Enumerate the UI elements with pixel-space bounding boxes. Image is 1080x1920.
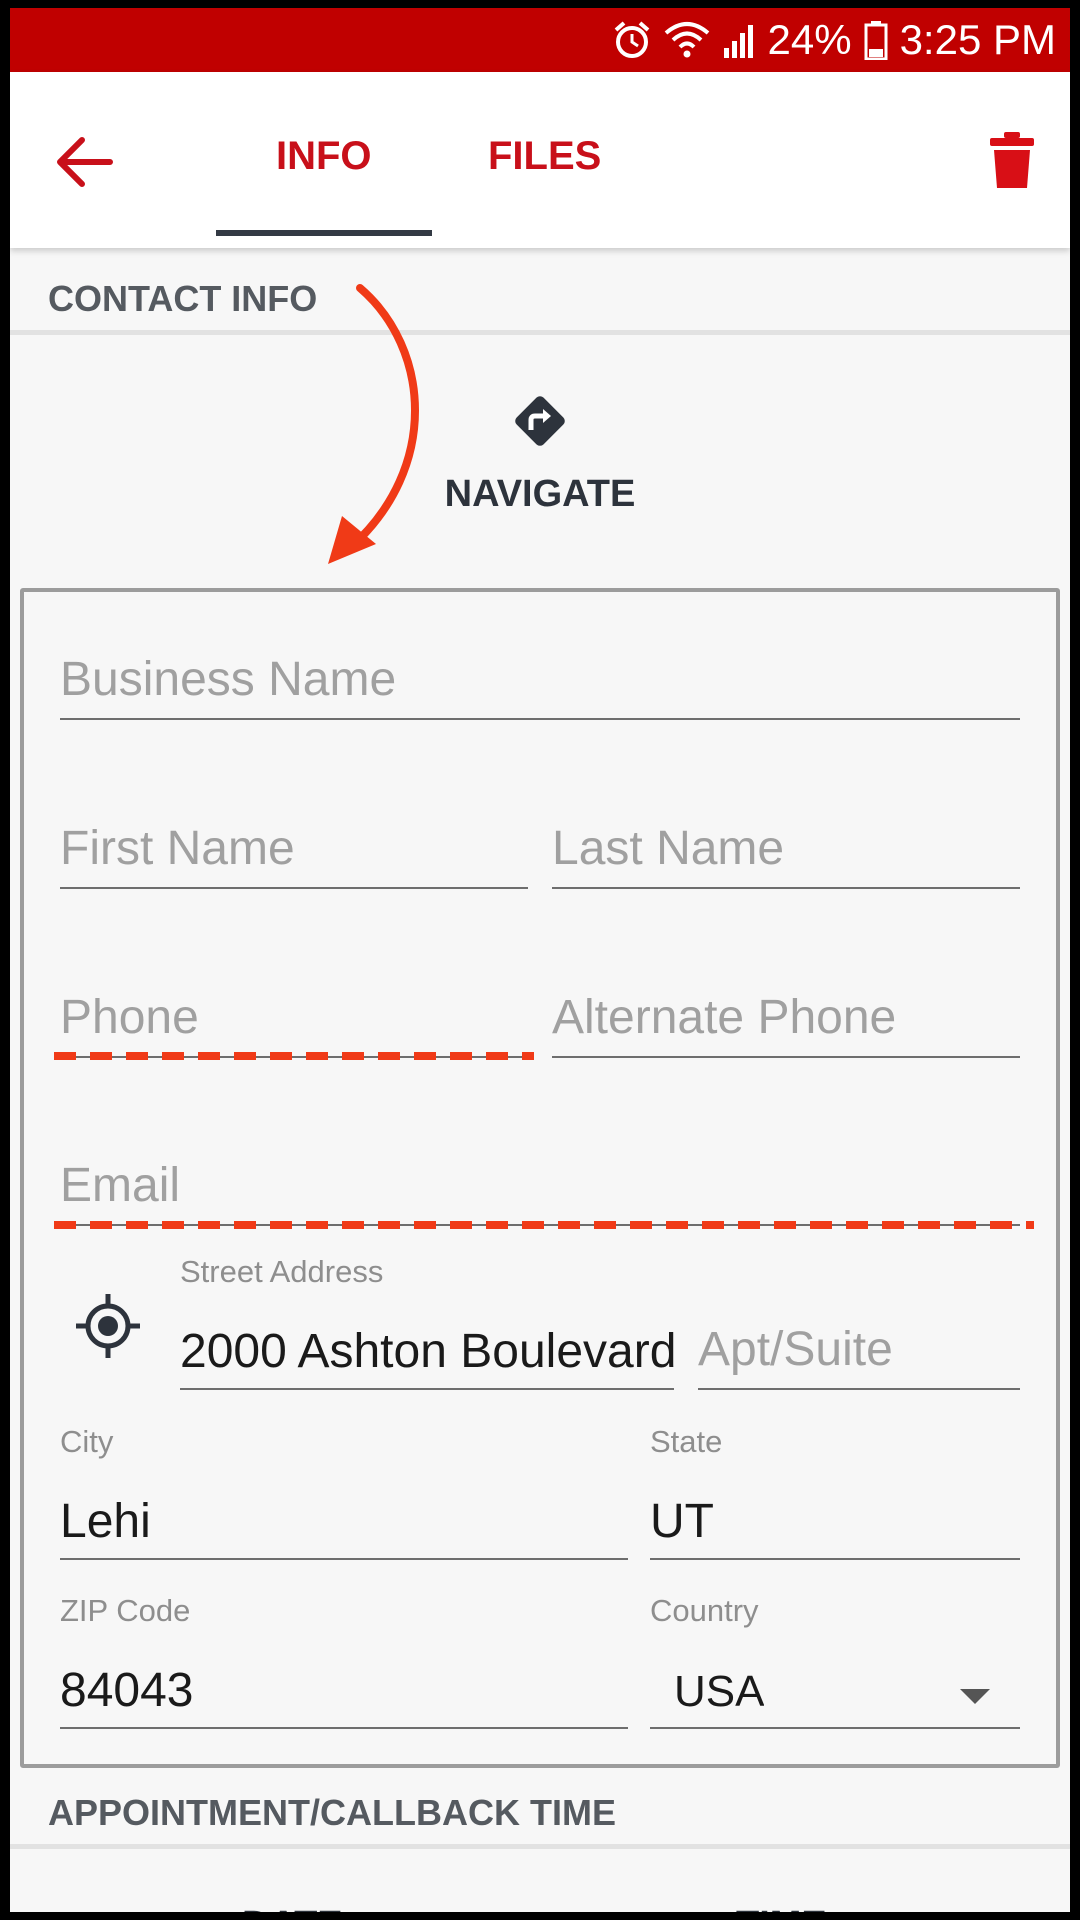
- field-underline: [60, 887, 528, 889]
- field-underline: [60, 718, 1020, 720]
- last-name-placeholder: Last Name: [552, 822, 785, 875]
- field-underline: [180, 1388, 674, 1390]
- field-underline: [552, 1056, 1020, 1058]
- locate-icon[interactable]: [74, 1292, 142, 1360]
- email-dashed-annotation: [54, 1221, 1034, 1229]
- tab-indicator: [216, 230, 432, 236]
- device-frame: 24% 3:25 PM INFO FILES CONTACT INFO NAVI…: [0, 0, 1080, 1920]
- battery-percent: 24%: [767, 16, 852, 63]
- street-address-label: Street Address: [180, 1254, 384, 1289]
- zip-code-value: 84043: [60, 1664, 194, 1717]
- business-name-field[interactable]: Business Name: [60, 644, 1020, 724]
- country-label: Country: [650, 1593, 759, 1628]
- field-underline: [698, 1388, 1020, 1390]
- apt-suite-field[interactable]: Apt/Suite: [698, 1254, 1020, 1394]
- navigate-label: NAVIGATE: [444, 473, 636, 515]
- city-field[interactable]: City Lehi: [60, 1424, 628, 1564]
- navigate-button[interactable]: NAVIGATE: [390, 388, 690, 516]
- phone-placeholder: Phone: [60, 991, 199, 1044]
- alternate-phone-placeholder: Alternate Phone: [552, 991, 897, 1044]
- state-field[interactable]: State UT: [650, 1424, 1020, 1564]
- back-arrow-icon[interactable]: [52, 132, 116, 192]
- country-select[interactable]: Country USA: [650, 1593, 1020, 1733]
- street-address-field[interactable]: Street Address 2000 Ashton Boulevard: [180, 1254, 674, 1394]
- apt-suite-placeholder: Apt/Suite: [698, 1323, 893, 1376]
- phone-dashed-annotation: [54, 1052, 534, 1060]
- tab-info[interactable]: INFO: [276, 134, 372, 179]
- field-underline: [650, 1558, 1020, 1560]
- first-name-placeholder: First Name: [60, 822, 295, 875]
- field-underline: [60, 1558, 628, 1560]
- tab-files[interactable]: FILES: [488, 134, 601, 179]
- status-time: 3:25 PM: [899, 16, 1056, 63]
- battery-icon: [864, 21, 888, 60]
- first-name-field[interactable]: First Name: [60, 813, 528, 893]
- last-name-field[interactable]: Last Name: [552, 813, 1020, 893]
- dropdown-arrow-icon: [960, 1689, 990, 1704]
- field-underline: [552, 887, 1020, 889]
- zip-code-label: ZIP Code: [60, 1593, 191, 1628]
- country-value: USA: [674, 1667, 765, 1716]
- time-column-label: TIME: [736, 1904, 827, 1912]
- state-label: State: [650, 1424, 723, 1459]
- signal-icon: [723, 25, 753, 58]
- business-name-placeholder: Business Name: [60, 653, 397, 706]
- section-divider: [10, 1844, 1070, 1849]
- email-field[interactable]: Email: [60, 1150, 1020, 1230]
- wifi-icon: [664, 22, 709, 58]
- street-address-value: 2000 Ashton Boulevard: [180, 1325, 674, 1378]
- state-value: UT: [650, 1495, 714, 1548]
- email-placeholder: Email: [60, 1159, 181, 1212]
- field-underline: [650, 1727, 1020, 1729]
- phone-field[interactable]: Phone: [60, 982, 528, 1062]
- status-bar: 24% 3:25 PM: [10, 8, 1070, 72]
- city-label: City: [60, 1424, 114, 1459]
- zip-code-field[interactable]: ZIP Code 84043: [60, 1593, 628, 1733]
- trash-icon[interactable]: [988, 130, 1036, 190]
- date-column-label: DATE: [242, 1904, 343, 1912]
- section-divider: [10, 330, 1070, 335]
- app-bar: INFO FILES: [10, 72, 1070, 248]
- appointment-header: APPOINTMENT/CALLBACK TIME: [48, 1792, 616, 1833]
- alarm-icon: [614, 21, 649, 58]
- field-underline: [60, 1727, 628, 1729]
- alternate-phone-field[interactable]: Alternate Phone: [552, 982, 1020, 1062]
- phone-screen: 24% 3:25 PM INFO FILES CONTACT INFO NAVI…: [10, 8, 1070, 1912]
- contact-info-header: CONTACT INFO: [48, 278, 318, 319]
- navigate-icon: [515, 396, 565, 446]
- city-value: Lehi: [60, 1495, 151, 1548]
